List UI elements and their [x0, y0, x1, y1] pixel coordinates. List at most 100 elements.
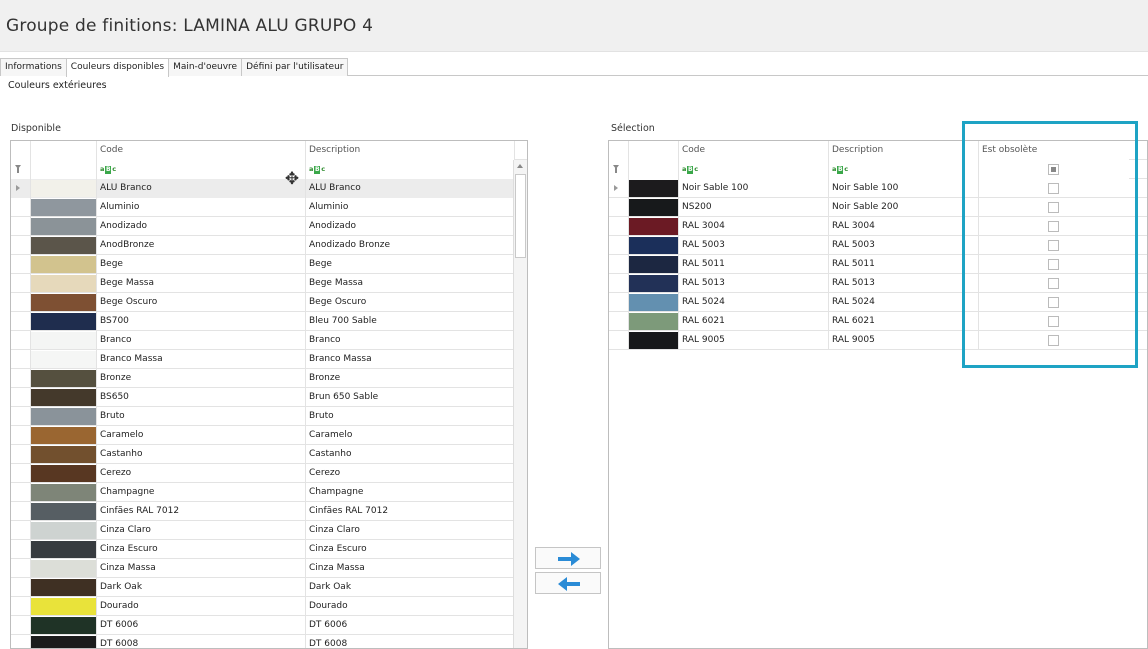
obsolete-cell[interactable] [979, 255, 1129, 274]
code-cell[interactable]: Branco Massa [97, 350, 306, 369]
table-row[interactable]: Caramelo Caramelo [11, 426, 515, 445]
code-cell[interactable]: Bege [97, 255, 306, 274]
code-cell[interactable]: Caramelo [97, 426, 306, 445]
table-row[interactable]: BS650 Brun 650 Sable [11, 388, 515, 407]
table-row[interactable]: Branco Branco [11, 331, 515, 350]
table-row[interactable]: Cinza Escuro Cinza Escuro [11, 540, 515, 559]
code-cell[interactable]: DT 6006 [97, 616, 306, 635]
code-cell[interactable]: RAL 5013 [679, 274, 829, 293]
code-cell[interactable]: DT 6008 [97, 635, 306, 648]
description-cell[interactable]: ALU Branco [306, 179, 515, 198]
table-row[interactable]: RAL 6021 RAL 6021 [609, 312, 1147, 331]
code-cell[interactable]: BS700 [97, 312, 306, 331]
description-filter-cell[interactable]: aBc [306, 160, 515, 179]
code-cell[interactable]: RAL 9005 [679, 331, 829, 350]
table-row[interactable]: RAL 5011 RAL 5011 [609, 255, 1147, 274]
description-cell[interactable]: Bleu 700 Sable [306, 312, 515, 331]
filter-cell[interactable] [11, 160, 31, 179]
code-cell[interactable]: Bege Oscuro [97, 293, 306, 312]
table-row[interactable]: Dark Oak Dark Oak [11, 578, 515, 597]
code-cell[interactable]: Cinza Escuro [97, 540, 306, 559]
remove-from-selection-button[interactable] [535, 572, 601, 594]
code-cell[interactable]: Dourado [97, 597, 306, 616]
table-row[interactable]: Noir Sable 100 Noir Sable 100 [609, 179, 1147, 198]
available-grid[interactable]: Code Description aBc aBc ALU Branco ALU B… [10, 140, 528, 649]
code-cell[interactable]: Cinfães RAL 7012 [97, 502, 306, 521]
description-cell[interactable]: Branco Massa [306, 350, 515, 369]
table-row[interactable]: Dourado Dourado [11, 597, 515, 616]
table-row[interactable]: Bege Oscuro Bege Oscuro [11, 293, 515, 312]
description-cell[interactable]: Noir Sable 200 [829, 198, 979, 217]
code-cell[interactable]: RAL 6021 [679, 312, 829, 331]
description-filter-cell[interactable]: aBc [829, 160, 979, 179]
code-cell[interactable]: Castanho [97, 445, 306, 464]
obsolete-filter-checkbox[interactable] [1048, 164, 1059, 175]
code-cell[interactable]: Dark Oak [97, 578, 306, 597]
description-cell[interactable]: Bege Oscuro [306, 293, 515, 312]
code-cell[interactable]: Cerezo [97, 464, 306, 483]
table-row[interactable]: BS700 Bleu 700 Sable [11, 312, 515, 331]
description-cell[interactable]: Bege Massa [306, 274, 515, 293]
selection-grid[interactable]: Code Description Est obsolète aBc aBc No… [608, 140, 1148, 649]
description-cell[interactable]: RAL 3004 [829, 217, 979, 236]
table-row[interactable]: DT 6008 DT 6008 [11, 635, 515, 648]
description-cell[interactable]: Noir Sable 100 [829, 179, 979, 198]
obsolete-checkbox[interactable] [1048, 316, 1059, 327]
description-cell[interactable]: Cerezo [306, 464, 515, 483]
code-cell[interactable]: NS200 [679, 198, 829, 217]
code-cell[interactable]: Cinza Claro [97, 521, 306, 540]
description-cell[interactable]: RAL 9005 [829, 331, 979, 350]
table-row[interactable]: RAL 9005 RAL 9005 [609, 331, 1147, 350]
code-cell[interactable]: Noir Sable 100 [679, 179, 829, 198]
code-cell[interactable]: BS650 [97, 388, 306, 407]
table-row[interactable]: Cinfães RAL 7012 Cinfães RAL 7012 [11, 502, 515, 521]
tab-couleurs-disponibles[interactable]: Couleurs disponibles [65, 58, 170, 77]
description-cell[interactable]: RAL 6021 [829, 312, 979, 331]
table-row[interactable]: NS200 Noir Sable 200 [609, 198, 1147, 217]
obsolete-cell[interactable] [979, 236, 1129, 255]
code-cell[interactable]: AnodBronze [97, 236, 306, 255]
table-row[interactable]: Aluminio Aluminio [11, 198, 515, 217]
tab-informations[interactable]: Informations [0, 58, 67, 76]
obsolete-column-header[interactable]: Est obsolète [979, 141, 1129, 160]
obsolete-checkbox[interactable] [1048, 297, 1059, 308]
table-row[interactable]: Cerezo Cerezo [11, 464, 515, 483]
obsolete-cell[interactable] [979, 312, 1129, 331]
code-cell[interactable]: Bruto [97, 407, 306, 426]
description-cell[interactable]: DT 6006 [306, 616, 515, 635]
scroll-thumb[interactable] [515, 174, 526, 258]
obsolete-checkbox[interactable] [1048, 183, 1059, 194]
table-row[interactable]: Bronze Bronze [11, 369, 515, 388]
available-scrollbar[interactable] [513, 160, 527, 648]
obsolete-cell[interactable] [979, 293, 1129, 312]
description-cell[interactable]: Aluminio [306, 198, 515, 217]
code-cell[interactable]: RAL 3004 [679, 217, 829, 236]
code-cell[interactable]: Anodizado [97, 217, 306, 236]
description-cell[interactable]: Bege [306, 255, 515, 274]
description-cell[interactable]: Cinfães RAL 7012 [306, 502, 515, 521]
code-cell[interactable]: Aluminio [97, 198, 306, 217]
code-cell[interactable]: Champagne [97, 483, 306, 502]
description-cell[interactable]: Bruto [306, 407, 515, 426]
description-cell[interactable]: Caramelo [306, 426, 515, 445]
description-cell[interactable]: RAL 5011 [829, 255, 979, 274]
obsolete-checkbox[interactable] [1048, 335, 1059, 346]
code-filter-cell[interactable]: aBc [97, 160, 306, 179]
description-cell[interactable]: RAL 5003 [829, 236, 979, 255]
table-row[interactable]: Branco Massa Branco Massa [11, 350, 515, 369]
description-cell[interactable]: Anodizado Bronze [306, 236, 515, 255]
description-cell[interactable]: Bronze [306, 369, 515, 388]
table-row[interactable]: DT 6006 DT 6006 [11, 616, 515, 635]
obsolete-filter-cell[interactable] [979, 160, 1129, 179]
code-cell[interactable]: RAL 5011 [679, 255, 829, 274]
obsolete-checkbox[interactable] [1048, 240, 1059, 251]
description-cell[interactable]: RAL 5024 [829, 293, 979, 312]
filter-cell[interactable] [609, 160, 629, 179]
scroll-up-icon[interactable] [517, 164, 523, 168]
description-column-header[interactable]: Description [306, 141, 515, 160]
table-row[interactable]: RAL 5024 RAL 5024 [609, 293, 1147, 312]
description-cell[interactable]: Branco [306, 331, 515, 350]
code-column-header[interactable]: Code [679, 141, 829, 160]
table-row[interactable]: Bege Massa Bege Massa [11, 274, 515, 293]
obsolete-checkbox[interactable] [1048, 278, 1059, 289]
